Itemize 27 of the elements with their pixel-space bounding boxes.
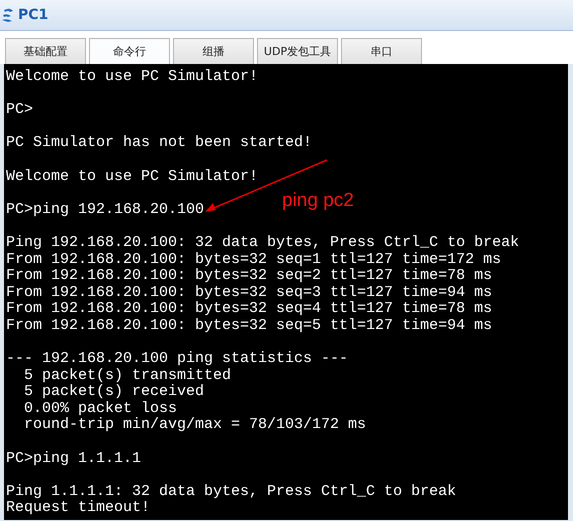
tab[interactable]: 命令行 — [89, 38, 170, 64]
network-icon — [1, 7, 15, 23]
terminal-line: Request timeout! — [6, 500, 150, 518]
terminal-line: From 192.168.20.100: bytes=32 seq=3 ttl=127 time=94 ms — [6, 284, 492, 301]
terminal-line: From 192.168.20.100: bytes=32 seq=1 ttl=127 time=172 ms — [6, 252, 502, 268]
terminal-line: From 192.168.20.100: bytes=32 seq=2 ttl=127 time=78 ms — [6, 268, 492, 285]
terminal-line: PC>ping 192.168.20.100 — [6, 202, 204, 218]
terminal-line: PC> — [6, 102, 34, 119]
terminal-line: From 192.168.20.100: bytes=32 seq=4 ttl=127 time=78 ms — [6, 301, 492, 318]
terminal-line: 5 packet(s) transmitted — [23, 368, 232, 384]
tab[interactable]: 基础配置 — [5, 38, 86, 64]
window-title: PC1 — [18, 7, 48, 23]
terminal-line: 0.00% packet loss — [23, 400, 178, 417]
terminal-line: Welcome to use PC Simulator! — [6, 69, 258, 86]
terminal-line: Welcome to use PC Simulator! — [6, 168, 258, 186]
terminal-line: round-trip min/avg/max = 78/103/172 ms — [23, 417, 366, 434]
terminal-line: --- 192.168.20.100 ping statistics --- — [6, 351, 348, 368]
terminal-line: Ping 192.168.20.100: 32 data bytes, Press Ctrl_C to break — [6, 234, 520, 252]
annotation-text: ping pc2 — [282, 190, 354, 212]
terminal-line: PC Simulator has not been started! — [6, 135, 312, 152]
terminal-line: Ping 1.1.1.1: 32 data bytes, Press Ctrl_C to break — [6, 484, 456, 500]
tab[interactable]: 组播 — [173, 38, 254, 64]
terminal-line: PC>ping 1.1.1.1 — [6, 450, 142, 468]
tab[interactable]: UDP发包工具 — [257, 38, 338, 64]
terminal-line: From 192.168.20.100: bytes=32 seq=5 ttl=127 time=94 ms — [6, 318, 492, 334]
terminal-line: 5 packet(s) received — [23, 384, 204, 401]
tab[interactable]: 串口 — [341, 38, 422, 64]
